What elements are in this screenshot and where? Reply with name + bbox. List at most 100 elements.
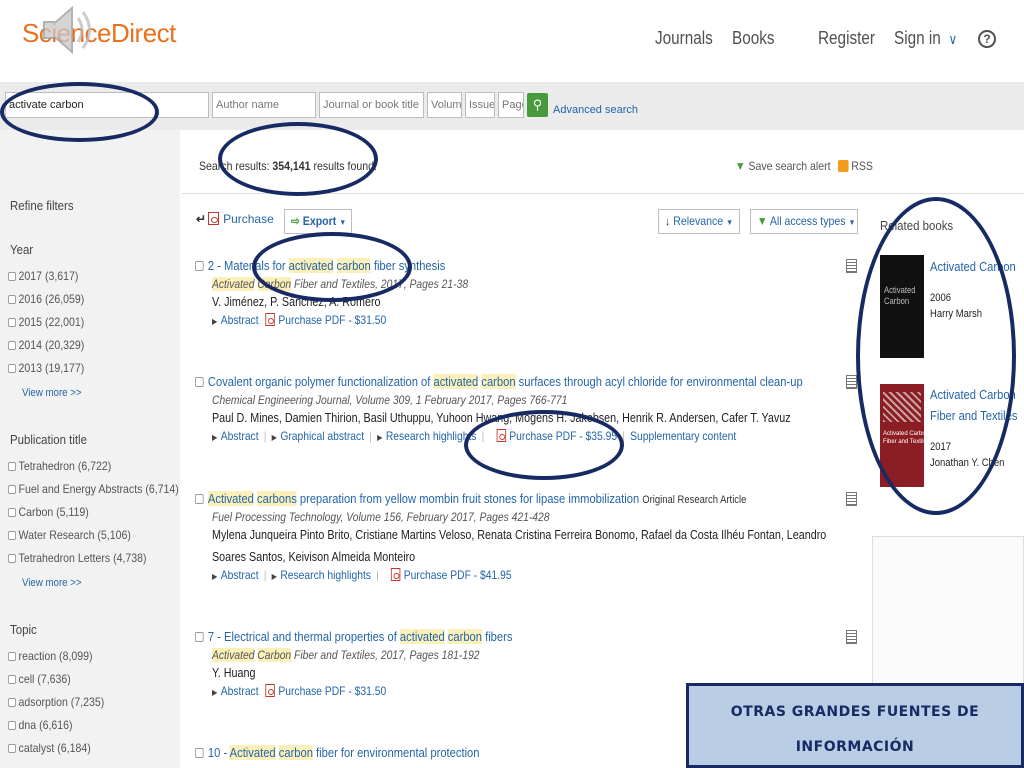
filter-item[interactable]: 2016 (26,059) (8, 292, 84, 306)
checkbox[interactable] (8, 744, 16, 753)
separator: | (376, 568, 379, 582)
checkbox[interactable] (8, 485, 16, 494)
checkbox[interactable] (195, 494, 204, 504)
research-highlights-link[interactable]: Research highlights (280, 568, 371, 582)
separator: | (263, 429, 267, 443)
result-source: Chemical Engineering Journal, Volume 309… (212, 393, 568, 407)
volume-input[interactable]: Volume (427, 92, 462, 118)
triangle-right-icon: ▶ (212, 317, 218, 326)
checkbox[interactable] (195, 377, 204, 387)
author-input[interactable]: Author name (212, 92, 316, 118)
speaker-icon[interactable] (38, 4, 98, 56)
abstract-link[interactable]: Abstract (221, 684, 259, 698)
help-icon[interactable]: ? (978, 30, 996, 48)
document-icon[interactable] (846, 492, 857, 506)
checkbox[interactable] (195, 748, 204, 758)
filter-item[interactable]: adsorption (7,235) (8, 695, 104, 709)
purchase-pdf-link[interactable]: Purchase PDF - $31.50 (278, 684, 386, 698)
result-title-link[interactable]: Activated carbons preparation from yello… (195, 491, 754, 506)
export-label: Export (302, 214, 337, 228)
filter-label: 2015 (22,001) (18, 315, 85, 329)
rss-link[interactable]: RSS (838, 159, 873, 173)
filter-item[interactable]: Water Research (5,106) (8, 528, 131, 542)
checkbox[interactable] (8, 675, 16, 684)
graphical-abstract-link[interactable]: Graphical abstract (280, 429, 364, 443)
result-authors: Mylena Junqueira Pinto Brito, Cristiane … (212, 528, 827, 564)
nav-sign-in[interactable]: Sign in ∨ (894, 28, 957, 49)
checkbox[interactable] (8, 531, 16, 540)
checkbox[interactable] (8, 652, 16, 661)
checkbox[interactable] (8, 721, 16, 730)
filter-item[interactable]: dna (6,616) (8, 718, 73, 732)
result-title-link[interactable]: 7 - Electrical and thermal properties of… (195, 629, 754, 644)
abstract-link[interactable]: Abstract (221, 568, 259, 582)
abstract-link[interactable]: Abstract (221, 429, 259, 443)
sort-arrow-icon: ↓ (665, 214, 671, 228)
result-authors: Y. Huang (212, 666, 256, 680)
banner-line-1: OTRAS GRANDES FUENTES DE (730, 704, 980, 720)
checkbox[interactable] (195, 632, 204, 642)
checkbox[interactable] (8, 318, 16, 327)
document-icon[interactable] (846, 259, 857, 273)
filter-item[interactable]: catalyst (6,184) (8, 741, 91, 755)
checkbox[interactable] (8, 364, 16, 373)
access-label: All access types (769, 214, 846, 228)
nav-books[interactable]: Books (732, 28, 775, 49)
title-highlight: carbons (257, 491, 297, 506)
checkbox[interactable] (8, 462, 16, 471)
advanced-search-link[interactable]: Advanced search (553, 104, 638, 116)
filter-item[interactable]: Tetrahedron (6,722) (8, 459, 111, 473)
pdf-icon (390, 568, 401, 581)
document-icon[interactable] (846, 630, 857, 644)
supplementary-content-link[interactable]: Supplementary content (630, 429, 736, 443)
filter-item[interactable]: 2017 (3,617) (8, 269, 78, 283)
filter-item[interactable]: 2014 (20,329) (8, 338, 84, 352)
document-icon[interactable] (846, 375, 857, 389)
save-search-alert-link[interactable]: ▼ Save search alert (735, 159, 831, 173)
title-text: fiber for environmental protection (312, 745, 480, 760)
abstract-link[interactable]: Abstract (221, 313, 259, 327)
pdf-icon (265, 684, 275, 697)
checkbox[interactable] (8, 272, 16, 281)
result-source: Activated Carbon Fiber and Textiles, 201… (212, 648, 756, 662)
title-highlight: carbon (278, 745, 313, 760)
checkbox[interactable] (8, 508, 16, 517)
filter-label: catalyst (6,184) (18, 741, 91, 755)
purchase-button[interactable]: ↵ Purchase (196, 212, 274, 226)
checkbox[interactable] (195, 261, 204, 271)
purchase-pdf-link[interactable]: Purchase PDF - $31.50 (278, 313, 386, 327)
annotation-oval (856, 197, 1016, 515)
view-more-year-link[interactable]: View more >> (22, 387, 82, 399)
nav-journals[interactable]: Journals (655, 28, 713, 49)
export-button[interactable]: ⇨ Export ▼ (284, 209, 352, 234)
filter-item[interactable]: Fuel and Energy Abstracts (6,714) (8, 482, 179, 496)
filter-item[interactable]: reaction (8,099) (8, 649, 93, 663)
header: ScienceDirect Journals Books Register Si… (0, 0, 1024, 82)
checkbox[interactable] (8, 295, 16, 304)
filter-item[interactable]: 2015 (22,001) (8, 315, 84, 329)
nav-register[interactable]: Register (818, 28, 875, 49)
view-more-publication-link[interactable]: View more >> (22, 577, 82, 589)
filter-item[interactable]: Tetrahedron Letters (4,738) (8, 551, 147, 565)
result-title-link[interactable]: 10 - Activated carbon fiber for environm… (195, 745, 754, 760)
access-types-button[interactable]: ▼ All access types ▼ (750, 209, 858, 234)
search-button[interactable]: ⚲ (527, 93, 548, 117)
result-title-link[interactable]: Covalent organic polymer functionalizati… (195, 374, 803, 389)
checkbox[interactable] (8, 698, 16, 707)
checkbox[interactable] (8, 554, 16, 563)
filter-item[interactable]: cell (7,636) (8, 672, 71, 686)
sign-in-label: Sign in (894, 28, 941, 48)
journal-input[interactable]: Journal or book title (319, 92, 424, 118)
source-text: Fiber and Textiles, 2017, Pages 181-192 (291, 648, 480, 662)
rss-label: RSS (851, 159, 873, 173)
filter-item[interactable]: Carbon (5,119) (8, 505, 89, 519)
purchase-pdf-link[interactable]: Purchase PDF - $41.95 (404, 568, 512, 582)
relevance-label: Relevance (673, 214, 724, 228)
sort-relevance-button[interactable]: ↓ Relevance ▼ (658, 209, 740, 234)
checkbox[interactable] (8, 341, 16, 350)
issue-input[interactable]: Issue (465, 92, 495, 118)
export-icon: ⇨ (291, 214, 300, 228)
page-input[interactable]: Page (498, 92, 524, 118)
filter-item[interactable]: 2013 (19,177) (8, 361, 84, 375)
research-highlights-link[interactable]: Research highlights (386, 429, 477, 443)
